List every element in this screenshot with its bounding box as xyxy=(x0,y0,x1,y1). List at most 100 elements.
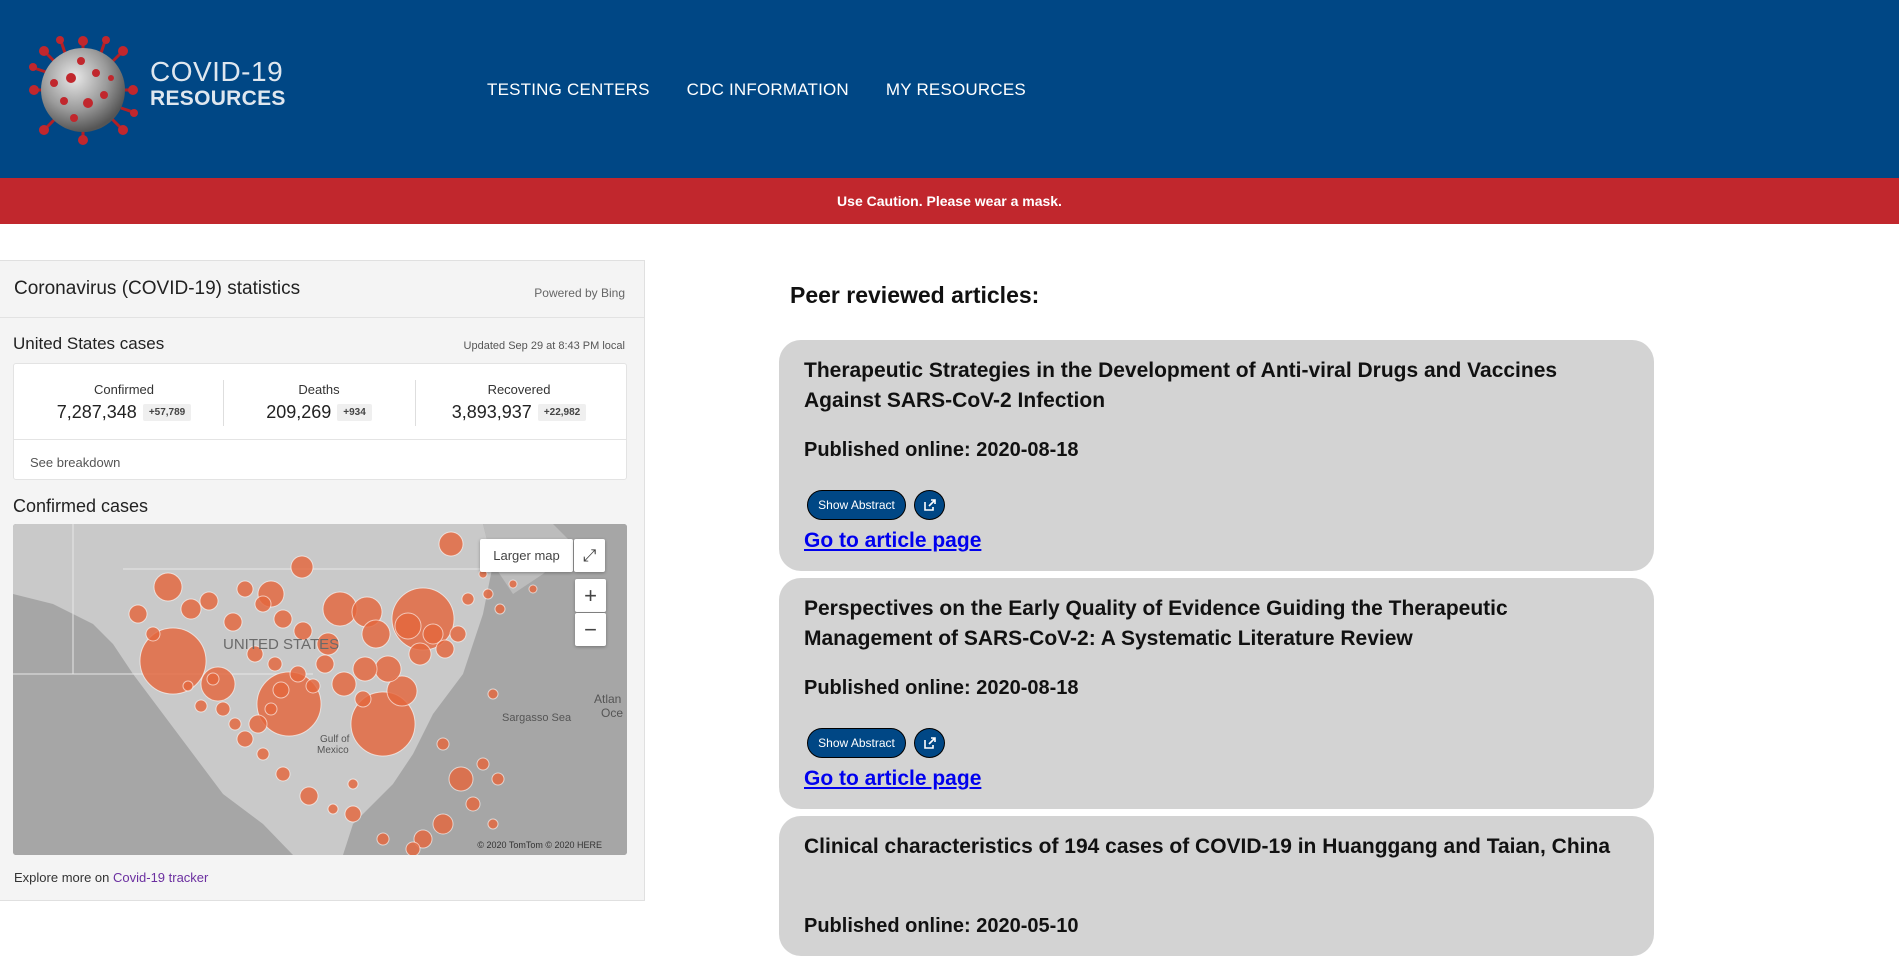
case-bubble[interactable] xyxy=(236,730,254,748)
case-bubble[interactable] xyxy=(128,604,148,624)
case-bubble[interactable] xyxy=(290,555,314,579)
case-bubble[interactable] xyxy=(354,690,372,708)
case-bubble[interactable] xyxy=(394,612,422,640)
case-bubble[interactable] xyxy=(361,619,391,649)
case-bubble[interactable] xyxy=(448,766,474,792)
site-header: COVID-19 RESOURCES TESTING CENTERS CDC I… xyxy=(0,0,1899,178)
case-bubble[interactable] xyxy=(432,813,454,835)
case-bubble[interactable] xyxy=(476,757,490,771)
stat-delta: +57,789 xyxy=(142,404,192,421)
case-bubble[interactable] xyxy=(215,701,231,717)
confirmed-cases-map[interactable]: UNITED STATES Sargasso Sea Gulf of Mexic… xyxy=(13,524,627,855)
zoom-out-icon[interactable]: − xyxy=(575,613,606,646)
widget-title: Coronavirus (COVID-19) statistics xyxy=(14,278,301,299)
case-bubble[interactable] xyxy=(236,580,254,598)
nav-my-resources[interactable]: MY RESOURCES xyxy=(886,80,1026,100)
case-bubble[interactable] xyxy=(256,747,270,761)
map-label-mexico: Mexico xyxy=(317,745,349,756)
widget-divider xyxy=(0,317,644,318)
case-bubble[interactable] xyxy=(528,584,538,594)
case-bubble[interactable] xyxy=(206,672,220,686)
case-bubble[interactable] xyxy=(199,591,219,611)
stat-value: 3,893,937 xyxy=(451,402,532,422)
stat-value: 209,269 xyxy=(266,402,332,422)
case-bubble[interactable] xyxy=(275,766,291,782)
case-bubble[interactable] xyxy=(438,531,464,557)
case-bubble[interactable] xyxy=(487,688,499,700)
article-title: Therapeutic Strategies in the Developmen… xyxy=(804,359,1558,412)
case-bubble[interactable] xyxy=(449,625,467,643)
share-icon[interactable] xyxy=(914,490,945,520)
case-bubble[interactable] xyxy=(145,626,161,642)
explore-text: Explore more on xyxy=(14,870,113,885)
map-copyright: © 2020 TomTom © 2020 HERE xyxy=(477,840,602,850)
case-bubble[interactable] xyxy=(331,671,357,697)
powered-by-label: Powered by Bing xyxy=(534,286,625,300)
article-card: Therapeutic Strategies in the Developmen… xyxy=(779,340,1654,571)
article-title: Clinical characteristics of 194 cases of… xyxy=(804,835,1611,858)
coronavirus-logo-icon[interactable] xyxy=(26,33,141,148)
case-bubble[interactable] xyxy=(465,796,481,812)
case-bubble[interactable] xyxy=(180,598,202,620)
nav-cdc-information[interactable]: CDC INFORMATION xyxy=(687,80,849,100)
explore-more: Explore more on Covid-19 tracker xyxy=(14,870,208,885)
case-bubble[interactable] xyxy=(435,639,455,659)
larger-map-button[interactable]: Larger map xyxy=(480,539,573,572)
case-bubble[interactable] xyxy=(482,588,494,600)
stat-value: 7,287,348 xyxy=(56,402,137,422)
case-bubble[interactable] xyxy=(327,803,339,815)
case-bubble[interactable] xyxy=(408,642,432,666)
show-abstract-button[interactable]: Show Abstract xyxy=(807,490,906,520)
case-bubble[interactable] xyxy=(289,665,307,683)
case-bubble[interactable] xyxy=(305,678,321,694)
map-label-atlantic: Atlan xyxy=(594,692,622,706)
article-published-date: Published online: 2020-08-18 xyxy=(804,439,1079,461)
case-bubble[interactable] xyxy=(254,595,272,613)
case-bubble[interactable] xyxy=(315,654,335,674)
article-published-date: Published online: 2020-05-10 xyxy=(804,915,1079,937)
case-bubble[interactable] xyxy=(273,609,293,629)
case-bubble[interactable] xyxy=(352,656,378,682)
case-bubble[interactable] xyxy=(299,786,319,806)
case-bubble[interactable] xyxy=(436,737,450,751)
expand-map-icon[interactable]: ⤢ xyxy=(574,539,605,572)
covid-tracker-link[interactable]: Covid-19 tracker xyxy=(113,870,208,885)
case-bubble[interactable] xyxy=(272,681,290,699)
map-canvas xyxy=(13,524,627,855)
articles-heading: Peer reviewed articles: xyxy=(790,282,1040,308)
case-bubble[interactable] xyxy=(200,666,236,702)
nav-testing-centers[interactable]: TESTING CENTERS xyxy=(487,80,650,100)
case-bubble[interactable] xyxy=(376,832,390,846)
case-bubble[interactable] xyxy=(347,778,359,790)
case-bubble[interactable] xyxy=(487,818,499,830)
case-bubble[interactable] xyxy=(264,702,278,716)
case-bubble[interactable] xyxy=(267,656,283,672)
case-bubble[interactable] xyxy=(228,717,242,731)
show-abstract-button[interactable]: Show Abstract xyxy=(807,728,906,758)
article-card: Clinical characteristics of 194 cases of… xyxy=(779,816,1654,956)
map-label-united-states: UNITED STATES xyxy=(223,636,340,653)
case-bubble[interactable] xyxy=(494,603,506,615)
case-bubble[interactable] xyxy=(182,680,194,692)
case-bubble[interactable] xyxy=(153,572,183,602)
case-bubble[interactable] xyxy=(194,699,208,713)
case-bubble[interactable] xyxy=(461,592,475,606)
logo-wordmark[interactable]: COVID-19 RESOURCES xyxy=(150,56,286,110)
share-icon[interactable] xyxy=(914,728,945,758)
case-bubble[interactable] xyxy=(344,805,362,823)
case-bubble[interactable] xyxy=(248,714,268,734)
see-breakdown-link[interactable]: See breakdown xyxy=(30,455,120,470)
go-to-article-link[interactable]: Go to article page xyxy=(804,529,981,553)
zoom-in-icon[interactable]: + xyxy=(575,579,606,612)
stat-confirmed: Confirmed 7,287,348 +57,789 xyxy=(44,382,204,423)
case-bubble[interactable] xyxy=(374,655,402,683)
case-bubble[interactable] xyxy=(491,772,505,786)
case-bubble[interactable] xyxy=(223,612,243,632)
go-to-article-link[interactable]: Go to article page xyxy=(804,767,981,791)
logo-line-1: COVID-19 xyxy=(150,56,284,87)
stat-delta: +934 xyxy=(337,404,372,421)
article-title: Perspectives on the Early Quality of Evi… xyxy=(804,597,1508,650)
case-bubble[interactable] xyxy=(508,579,518,589)
case-bubble[interactable] xyxy=(405,841,421,855)
main-nav: TESTING CENTERS CDC INFORMATION MY RESOU… xyxy=(487,80,1063,100)
